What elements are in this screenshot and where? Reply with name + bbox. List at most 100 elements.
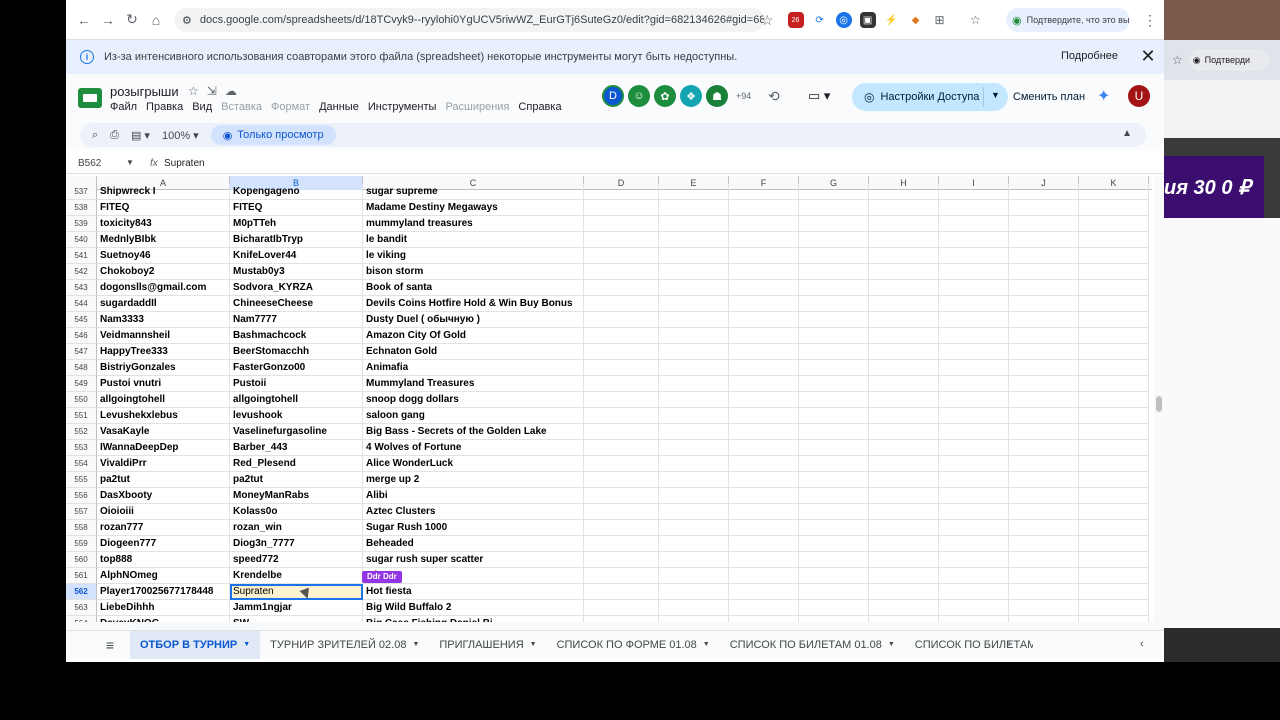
cell-j[interactable] xyxy=(1009,488,1079,504)
cell-i[interactable] xyxy=(939,568,1009,584)
menu-extensions[interactable]: Расширения xyxy=(445,101,509,113)
row-header[interactable]: 549 xyxy=(66,376,97,392)
row-header[interactable]: 559 xyxy=(66,536,97,552)
cell-f[interactable] xyxy=(729,408,799,424)
cell-k[interactable] xyxy=(1079,312,1149,328)
cell-h[interactable] xyxy=(869,408,939,424)
cell-j[interactable] xyxy=(1009,536,1079,552)
cell-j[interactable] xyxy=(1009,392,1079,408)
cell-i[interactable] xyxy=(939,536,1009,552)
cell-d[interactable] xyxy=(584,504,659,520)
row-header[interactable]: 551 xyxy=(66,408,97,424)
profile-verify-button[interactable]: ◉ Подтвердите, что это вы xyxy=(1006,8,1130,32)
cell-b[interactable]: Vaselinefurgasoline xyxy=(230,424,363,440)
cell-i[interactable] xyxy=(939,360,1009,376)
cell-j[interactable] xyxy=(1009,296,1079,312)
cell-k[interactable] xyxy=(1079,280,1149,296)
cell-a[interactable]: LiebeDihhh xyxy=(97,600,230,616)
cell-b[interactable]: FasterGonzo00 xyxy=(230,360,363,376)
cell-f[interactable] xyxy=(729,344,799,360)
cell-d[interactable] xyxy=(584,440,659,456)
cell-i[interactable] xyxy=(939,248,1009,264)
cell-g[interactable] xyxy=(799,200,869,216)
cell-c[interactable]: Animafia xyxy=(363,360,584,376)
cell-a[interactable]: Chokoboy2 xyxy=(97,264,230,280)
cell-b[interactable]: FITEQ xyxy=(230,200,363,216)
cell-j[interactable] xyxy=(1009,472,1079,488)
cell-j[interactable] xyxy=(1009,504,1079,520)
cell-g[interactable] xyxy=(799,264,869,280)
row-header[interactable]: 562 xyxy=(66,584,97,600)
cell-k[interactable] xyxy=(1079,328,1149,344)
cell-f[interactable] xyxy=(729,424,799,440)
cell-j[interactable] xyxy=(1009,216,1079,232)
cell-b[interactable]: Bashmachcock xyxy=(230,328,363,344)
cell-d[interactable] xyxy=(584,472,659,488)
cell-h[interactable] xyxy=(869,184,939,200)
cell-e[interactable] xyxy=(659,376,729,392)
cell-h[interactable] xyxy=(869,280,939,296)
cell-c[interactable]: le bandit xyxy=(363,232,584,248)
cell-i[interactable] xyxy=(939,504,1009,520)
cell-h[interactable] xyxy=(869,296,939,312)
cell-e[interactable] xyxy=(659,552,729,568)
cell-j[interactable] xyxy=(1009,328,1079,344)
cell-d[interactable] xyxy=(584,392,659,408)
cell-c[interactable]: snoop dogg dollars xyxy=(363,392,584,408)
close-icon[interactable]: ✕ xyxy=(1138,46,1158,66)
cell-i[interactable] xyxy=(939,584,1009,600)
cell-k[interactable] xyxy=(1079,456,1149,472)
cell-h[interactable] xyxy=(869,264,939,280)
cell-k[interactable] xyxy=(1079,184,1149,200)
cell-k[interactable] xyxy=(1079,200,1149,216)
cell-i[interactable] xyxy=(939,216,1009,232)
cell-e[interactable] xyxy=(659,520,729,536)
cell-f[interactable] xyxy=(729,328,799,344)
forward-icon[interactable]: → xyxy=(96,8,120,32)
site-info-icon[interactable]: ⚙ xyxy=(182,14,192,27)
cell-i[interactable] xyxy=(939,328,1009,344)
cell-a[interactable]: toxicity843 xyxy=(97,216,230,232)
cell-c[interactable]: Dusty Duel ( обычную ) xyxy=(363,312,584,328)
cell-b[interactable]: Supraten xyxy=(230,584,363,600)
change-plan-button[interactable]: Сменить план xyxy=(1010,83,1088,111)
menu-insert[interactable]: Вставка xyxy=(221,101,262,113)
cell-j[interactable] xyxy=(1009,360,1079,376)
cell-c[interactable]: sugar supreme xyxy=(363,184,584,200)
row-header[interactable]: 538 xyxy=(66,200,97,216)
cell-i[interactable] xyxy=(939,264,1009,280)
cell-f[interactable] xyxy=(729,232,799,248)
cell-a[interactable]: allgoingtohell xyxy=(97,392,230,408)
cell-a[interactable]: top888 xyxy=(97,552,230,568)
cell-g[interactable] xyxy=(799,600,869,616)
cell-j[interactable] xyxy=(1009,456,1079,472)
cell-h[interactable] xyxy=(869,360,939,376)
cell-d[interactable] xyxy=(584,408,659,424)
cell-k[interactable] xyxy=(1079,376,1149,392)
cell-j[interactable] xyxy=(1009,440,1079,456)
cell-a[interactable]: HappyTree333 xyxy=(97,344,230,360)
cell-d[interactable] xyxy=(584,600,659,616)
cell-c[interactable]: Mummyland Treasures xyxy=(363,376,584,392)
cell-b[interactable]: levushook xyxy=(230,408,363,424)
cell-d[interactable] xyxy=(584,248,659,264)
cell-c[interactable]: Aztec Clusters xyxy=(363,504,584,520)
cell-k[interactable] xyxy=(1079,360,1149,376)
cell-h[interactable] xyxy=(869,392,939,408)
chevron-left-icon[interactable]: ‹ xyxy=(986,638,990,650)
cell-f[interactable] xyxy=(729,456,799,472)
cell-e[interactable] xyxy=(659,392,729,408)
cell-a[interactable]: sugardaddIl xyxy=(97,296,230,312)
cell-d[interactable] xyxy=(584,376,659,392)
cell-b[interactable]: allgoingtohell xyxy=(230,392,363,408)
name-box[interactable]: B562 xyxy=(78,158,101,169)
cell-c[interactable]: Amazon City Of Gold xyxy=(363,328,584,344)
cell-c[interactable]: 4 Wolves of Fortune xyxy=(363,440,584,456)
cell-h[interactable] xyxy=(869,328,939,344)
chevron-up-icon[interactable]: ▲ xyxy=(1122,128,1132,139)
cell-f[interactable] xyxy=(729,488,799,504)
cell-g[interactable] xyxy=(799,280,869,296)
cell-e[interactable] xyxy=(659,296,729,312)
cell-j[interactable] xyxy=(1009,376,1079,392)
cell-d[interactable] xyxy=(584,552,659,568)
